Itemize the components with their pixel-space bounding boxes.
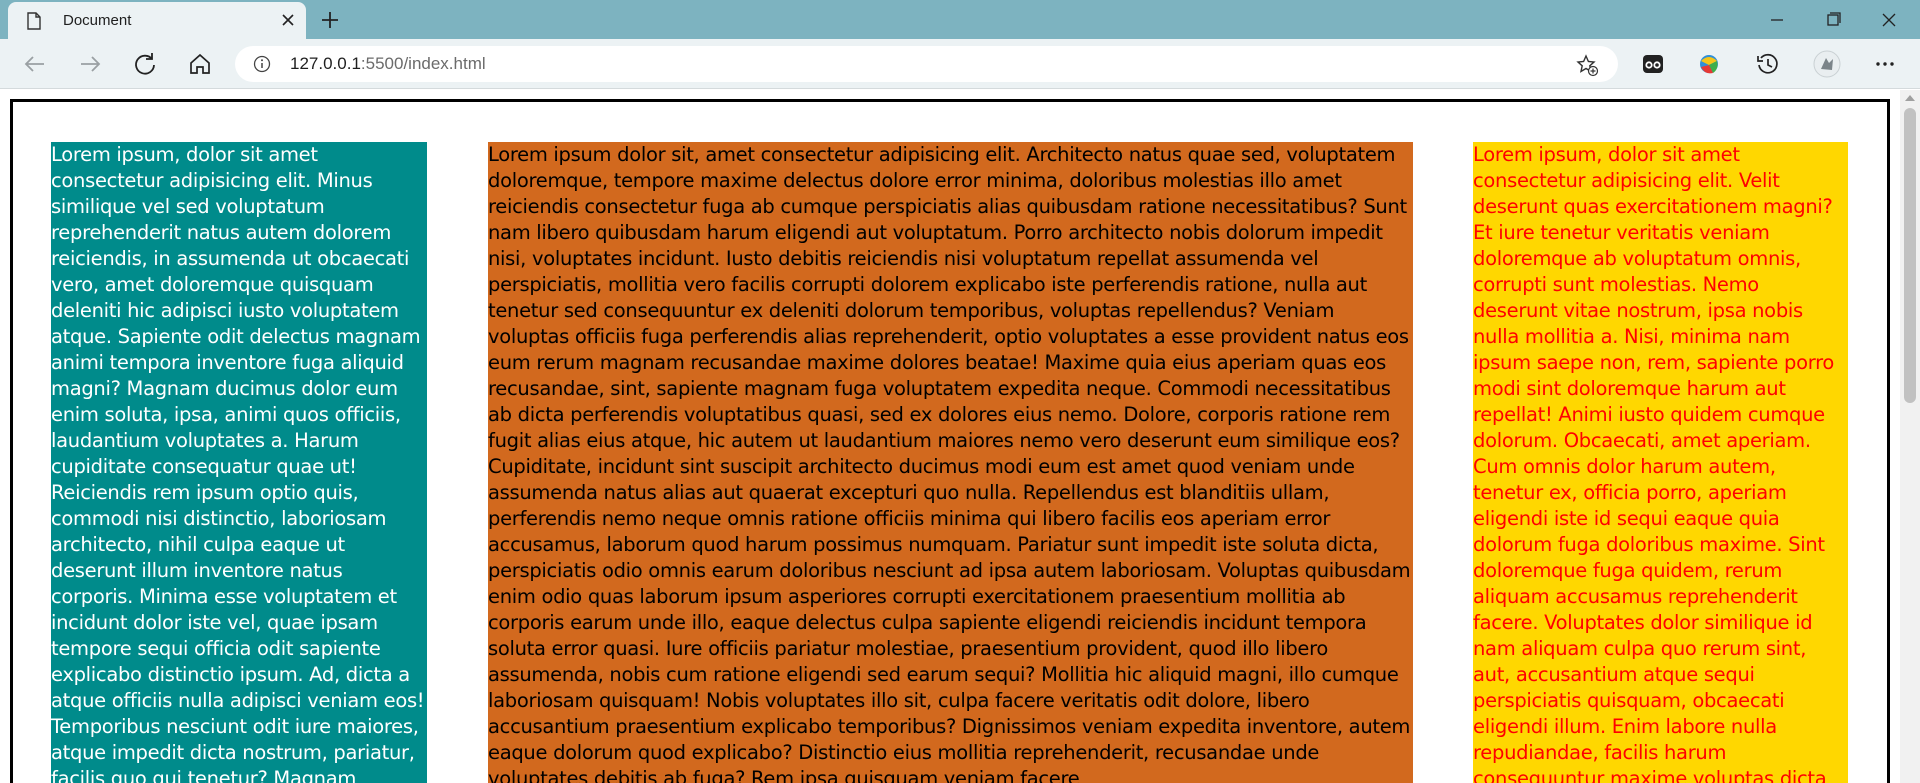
browser-tab[interactable]: Document — [8, 2, 306, 39]
page-icon — [27, 12, 41, 30]
vertical-scrollbar[interactable] — [1900, 90, 1920, 783]
address-bar[interactable]: 127.0.0.1:5500/index.html — [235, 46, 1618, 82]
right-column: Lorem ipsum, dolor sit amet consectetur … — [1473, 142, 1848, 783]
scroll-up-arrow-icon[interactable] — [1905, 94, 1915, 102]
window-close-icon[interactable] — [1866, 4, 1912, 36]
maximize-icon[interactable] — [1810, 4, 1856, 36]
more-icon[interactable] — [1870, 49, 1900, 79]
extension-icon[interactable] — [1638, 49, 1668, 79]
info-icon[interactable] — [253, 55, 271, 73]
browser-toolbar: 127.0.0.1:5500/index.html — [0, 39, 1920, 89]
url-path: :5500/index.html — [360, 54, 486, 73]
forward-icon[interactable] — [75, 49, 105, 79]
tab-title: Document — [63, 12, 132, 29]
history-icon[interactable] — [1753, 49, 1783, 79]
close-icon[interactable] — [278, 10, 298, 30]
browser-titlebar: Document — [0, 0, 1920, 39]
back-icon[interactable] — [20, 49, 50, 79]
page-container: Lorem ipsum, dolor sit amet consectetur … — [10, 99, 1890, 783]
profile-icon[interactable] — [1812, 49, 1842, 79]
refresh-icon[interactable] — [130, 49, 160, 79]
url-text[interactable]: 127.0.0.1:5500/index.html — [290, 54, 486, 74]
plus-icon[interactable] — [318, 8, 342, 32]
middle-column: Lorem ipsum dolor sit, amet consectetur … — [488, 142, 1413, 783]
favorite-add-icon[interactable] — [1575, 53, 1599, 77]
left-column: Lorem ipsum, dolor sit amet consectetur … — [51, 142, 427, 783]
url-host: 127.0.0.1 — [290, 54, 361, 73]
minimize-icon[interactable] — [1754, 4, 1800, 36]
scrollbar-thumb[interactable] — [1904, 108, 1916, 403]
colorful-extension-icon[interactable] — [1694, 49, 1724, 79]
page-viewport: Lorem ipsum, dolor sit amet consectetur … — [0, 90, 1920, 783]
home-icon[interactable] — [185, 49, 215, 79]
